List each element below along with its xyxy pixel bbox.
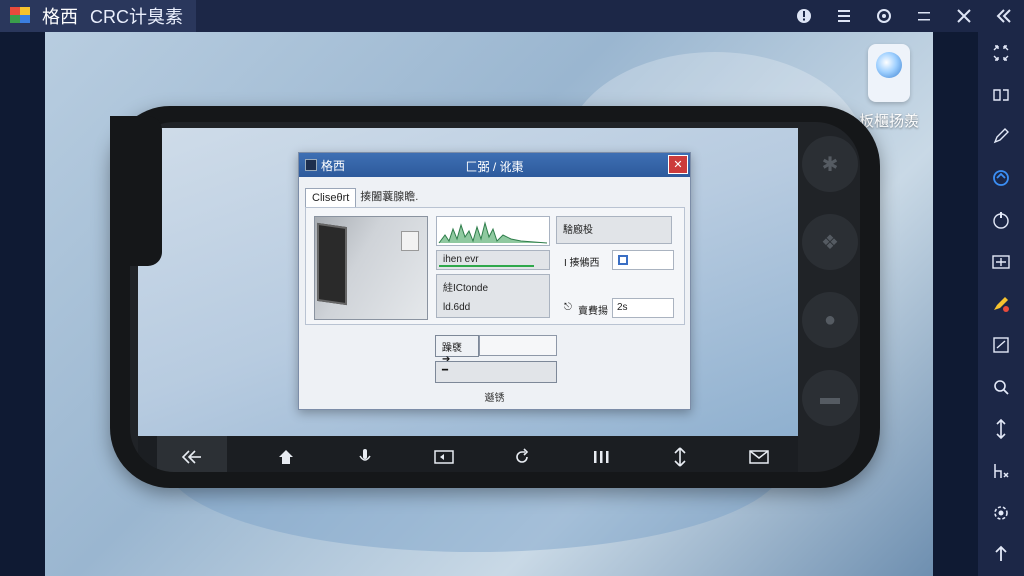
field1-label: I 揍鵂西 bbox=[564, 258, 600, 269]
progress-fill bbox=[439, 265, 535, 267]
side-button-3[interactable]: ● bbox=[802, 292, 858, 348]
collapse-icon[interactable] bbox=[984, 0, 1024, 32]
right-toolbar bbox=[978, 32, 1024, 576]
refresh-icon[interactable] bbox=[502, 441, 542, 472]
info-box: 絓ICtonde ld.6dd bbox=[436, 274, 550, 318]
title-bar: 格西 CRC计臭素 bbox=[0, 0, 1024, 32]
status-box: 騇廏杸 bbox=[556, 216, 672, 244]
minimize-icon[interactable] bbox=[904, 0, 944, 32]
action-button[interactable]: 躁褎 ➔ bbox=[435, 335, 479, 365]
field1-input[interactable] bbox=[612, 250, 674, 270]
progress-box: ihen evr bbox=[436, 250, 550, 270]
secondary-button[interactable]: ━ bbox=[435, 361, 557, 383]
keymap-icon[interactable] bbox=[978, 241, 1024, 283]
side-button-2[interactable]: ❖ bbox=[802, 214, 858, 270]
menu-icon[interactable] bbox=[824, 0, 864, 32]
home-icon[interactable] bbox=[266, 441, 306, 472]
app-dialog: 格西 匚弼 / 讹棗 ✕ Cliseθrt 揍闔蘘腺瞻. 騇廏杸 ihen ev… bbox=[298, 152, 691, 410]
field2-icon: ⎋ bbox=[564, 302, 572, 313]
close-icon[interactable] bbox=[944, 0, 984, 32]
dialog-tab-2[interactable]: 揍闔蘘腺瞻. bbox=[356, 185, 422, 207]
left-gutter bbox=[0, 32, 45, 576]
action-input[interactable] bbox=[479, 335, 557, 356]
expand-icon[interactable] bbox=[978, 32, 1024, 74]
rotate-icon[interactable] bbox=[978, 74, 1024, 116]
gear-icon[interactable] bbox=[978, 492, 1024, 534]
voice-icon[interactable] bbox=[345, 441, 385, 472]
move-icon[interactable] bbox=[978, 408, 1024, 450]
desktop-shortcut[interactable]: 板櫃扬羨 bbox=[850, 44, 928, 131]
shortcut-icon bbox=[868, 44, 910, 102]
dialog-titlebar: 格西 匚弼 / 讹棗 ✕ bbox=[299, 153, 690, 177]
phone-nav-bar bbox=[138, 436, 798, 472]
dialog-footer: 邎锈 bbox=[484, 393, 505, 404]
app-name: 格西 bbox=[42, 7, 78, 27]
phone-side-buttons: ✱ ❖ ● ▬ bbox=[800, 128, 860, 438]
dialog-tab-1[interactable]: Cliseθrt bbox=[305, 188, 357, 207]
right-gutter bbox=[933, 32, 978, 576]
side-button-4[interactable]: ▬ bbox=[802, 370, 858, 426]
recent-apps-icon[interactable] bbox=[581, 441, 621, 472]
field2-input[interactable]: 2s bbox=[612, 298, 674, 318]
dialog-close-button[interactable]: ✕ bbox=[668, 155, 688, 174]
sync-icon[interactable] bbox=[978, 157, 1024, 199]
record-icon[interactable] bbox=[978, 283, 1024, 325]
preview-image bbox=[314, 216, 428, 320]
settings-icon[interactable] bbox=[864, 0, 904, 32]
zoom-icon[interactable] bbox=[978, 366, 1024, 408]
phone-notch bbox=[110, 116, 162, 266]
field2-label: 賣費揚 bbox=[578, 306, 608, 317]
mail-icon[interactable] bbox=[739, 441, 779, 472]
dialog-panel: 騇廏杸 ihen evr I 揍鵂西 絓ICtonde ld.6dd ⎋ 賣費揚… bbox=[305, 207, 685, 325]
app-tab[interactable]: 格西 CRC计臭素 bbox=[0, 0, 196, 32]
tab-label: CRC计臭素 bbox=[90, 7, 183, 27]
dialog-title: 匚弼 / 讹棗 bbox=[465, 160, 524, 174]
swap-icon[interactable] bbox=[660, 441, 700, 472]
macro-icon[interactable] bbox=[978, 450, 1024, 492]
info-icon[interactable] bbox=[784, 0, 824, 32]
shake-icon[interactable] bbox=[978, 199, 1024, 241]
status-box-label: 騇廏杸 bbox=[563, 225, 593, 236]
screenshot-icon[interactable] bbox=[978, 325, 1024, 367]
progress-label: ihen evr bbox=[443, 254, 479, 265]
info-line-2: ld.6dd bbox=[443, 302, 471, 313]
info-line-1: 絓ICtonde bbox=[443, 283, 489, 294]
screen-icon[interactable] bbox=[424, 441, 464, 472]
arrow-up-icon[interactable] bbox=[978, 534, 1024, 576]
back-icon[interactable] bbox=[157, 436, 228, 472]
waveform-chart bbox=[436, 216, 550, 246]
edit-icon[interactable] bbox=[978, 116, 1024, 158]
side-button-1[interactable]: ✱ bbox=[802, 136, 858, 192]
app-logo-icon bbox=[8, 5, 34, 27]
